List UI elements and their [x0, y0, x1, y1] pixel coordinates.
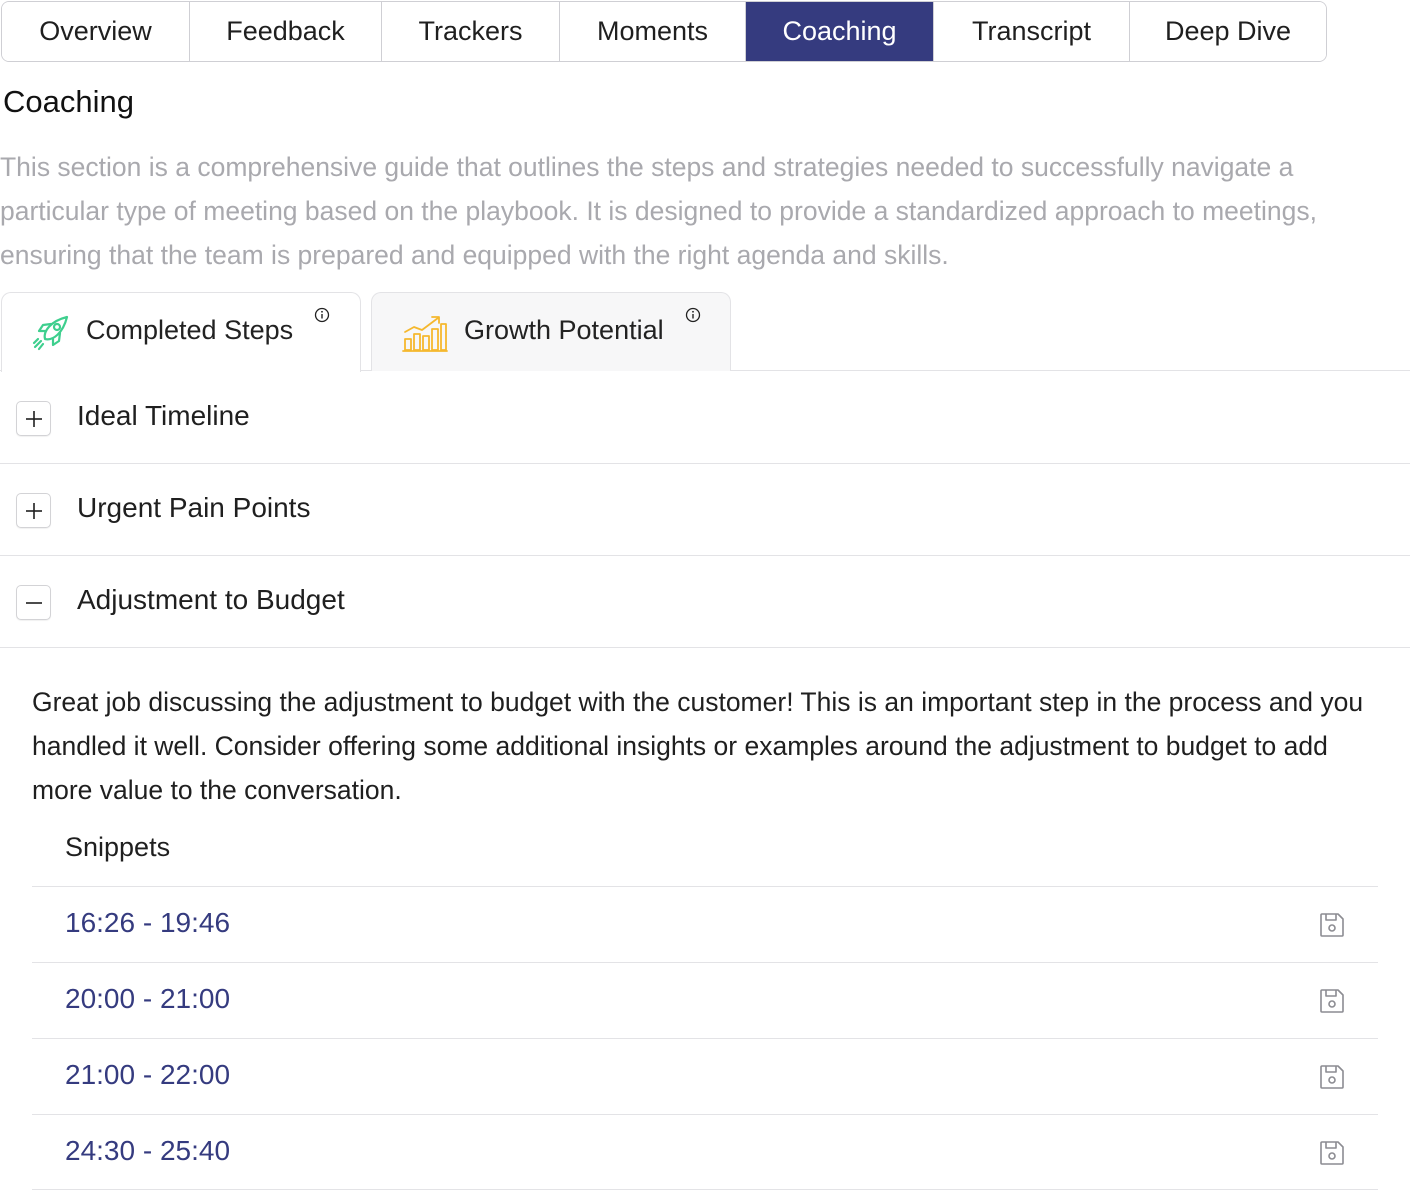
expand-button[interactable] — [16, 401, 51, 436]
accordion-title: Ideal Timeline — [77, 400, 250, 431]
accordion-item-urgent-pain-points[interactable]: Urgent Pain Points — [0, 464, 1410, 556]
snippets-heading: Snippets — [65, 832, 171, 862]
snippet-time-range[interactable]: 16:26 - 19:46 — [65, 907, 230, 939]
rocket-icon — [32, 315, 69, 351]
tab-moments[interactable]: Moments — [560, 2, 746, 61]
info-icon[interactable] — [685, 307, 701, 323]
tab-trackers[interactable]: Trackers — [382, 2, 560, 61]
save-icon[interactable] — [1319, 912, 1345, 938]
page-title: Coaching — [3, 84, 134, 119]
accordion-title: Adjustment to Budget — [77, 584, 345, 615]
tab-coaching[interactable]: Coaching — [746, 2, 934, 61]
plus-icon — [26, 503, 42, 519]
accordion-item-ideal-timeline[interactable]: Ideal Timeline — [0, 372, 1410, 464]
snippet-row[interactable]: 24:30 - 25:40 — [32, 1114, 1378, 1190]
snippet-time-range[interactable]: 21:00 - 22:00 — [65, 1059, 230, 1091]
main-tab-bar: Overview Feedback Trackers Moments Coach… — [1, 1, 1327, 62]
save-icon[interactable] — [1319, 988, 1345, 1014]
expand-button[interactable] — [16, 493, 51, 528]
minus-icon — [26, 602, 42, 604]
accordion-title: Urgent Pain Points — [77, 492, 311, 523]
info-icon[interactable] — [314, 307, 330, 323]
snippet-row[interactable]: 21:00 - 22:00 — [32, 1038, 1378, 1114]
save-icon[interactable] — [1319, 1064, 1345, 1090]
collapse-button[interactable] — [16, 585, 51, 620]
tab-overview[interactable]: Overview — [2, 2, 190, 61]
tab-transcript[interactable]: Transcript — [934, 2, 1130, 61]
subtab-completed-steps-label: Completed Steps — [86, 315, 294, 345]
tab-deep-dive[interactable]: Deep Dive — [1130, 2, 1326, 61]
snippet-time-range[interactable]: 20:00 - 21:00 — [65, 983, 230, 1015]
plus-icon — [26, 411, 42, 427]
section-description: This section is a comprehensive guide th… — [0, 152, 1317, 270]
snippet-time-range[interactable]: 24:30 - 25:40 — [65, 1135, 230, 1167]
subtab-growth-potential[interactable]: Growth Potential — [371, 292, 731, 371]
tab-feedback[interactable]: Feedback — [190, 2, 382, 61]
snippet-row[interactable]: 16:26 - 19:46 — [32, 886, 1378, 962]
accordion-item-adjustment-to-budget[interactable]: Adjustment to Budget — [0, 556, 1410, 648]
subtab-completed-steps[interactable]: Completed Steps — [1, 292, 361, 372]
coaching-feedback-text: Great job discussing the adjustment to b… — [32, 687, 1364, 805]
subtab-growth-potential-label: Growth Potential — [464, 315, 664, 345]
snippet-row[interactable]: 20:00 - 21:00 — [32, 962, 1378, 1038]
save-icon[interactable] — [1319, 1140, 1345, 1166]
bar-chart-growth-icon — [402, 316, 448, 352]
